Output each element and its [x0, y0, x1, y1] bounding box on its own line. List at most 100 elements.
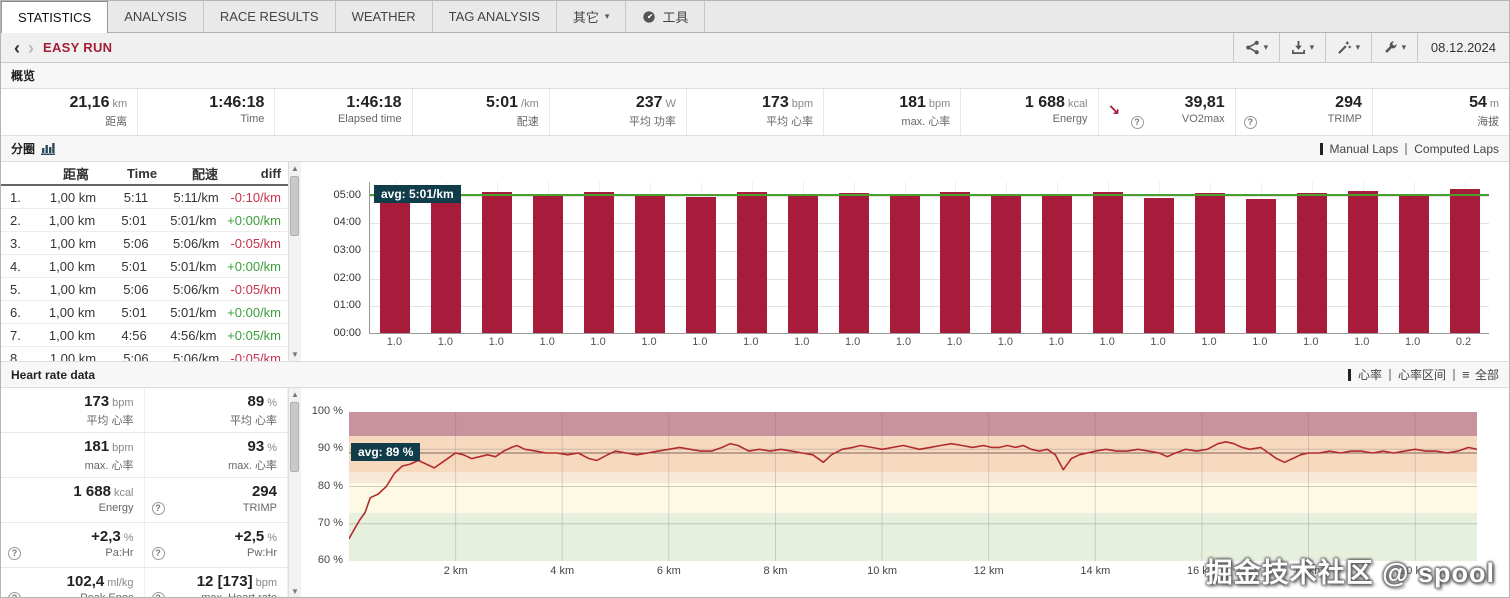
wand-icon — [1337, 40, 1352, 55]
scrollbar-thumb[interactable] — [290, 176, 299, 236]
tab-statistics[interactable]: STATISTICS — [1, 1, 108, 33]
lap-row[interactable]: 6.1,00 km5:015:01/km+0:00/km — [1, 301, 288, 324]
pace-bar[interactable] — [1144, 198, 1174, 333]
stat-value-line: 181bpm — [830, 94, 950, 112]
pace-bar[interactable] — [991, 195, 1021, 333]
pace-bar[interactable] — [839, 193, 869, 333]
heart-rate-plot[interactable]: avg: 89 % — [349, 412, 1477, 561]
help-icon[interactable]: ? — [152, 502, 165, 515]
pace-bar[interactable] — [737, 192, 767, 333]
stat-value-line: 102,4ml/kg — [7, 573, 134, 591]
next-activity-button[interactable]: › — [25, 35, 37, 61]
pace-bar[interactable] — [635, 194, 665, 333]
heart-rate-stats: 173bpm平均 心率89%平均 心率181bpmmax. 心率93%max. … — [1, 388, 288, 598]
bar-chart-icon[interactable] — [41, 142, 55, 155]
scroll-down-icon[interactable]: ▼ — [289, 587, 301, 596]
lap-row[interactable]: 5.1,00 km5:065:06/km-0:05/km — [1, 278, 288, 301]
help-icon[interactable]: ? — [152, 547, 165, 560]
lap-row[interactable]: 8.1,00 km5:065:06/km-0:05/km — [1, 347, 288, 361]
view-option-心率[interactable]: 心率 — [1358, 366, 1382, 383]
x-axis-tick-label: 1.0 — [776, 336, 827, 348]
stat-value: 181 — [84, 438, 109, 455]
view-option-全部[interactable]: ≡ 全部 — [1462, 366, 1499, 383]
pace-bar[interactable] — [686, 197, 716, 333]
help-icon[interactable]: ? — [8, 592, 21, 598]
lap-cell: 5:06 — [110, 351, 162, 362]
view-option-manual-laps[interactable]: Manual Laps — [1330, 142, 1399, 156]
help-icon[interactable]: ? — [1131, 116, 1144, 129]
lap-row[interactable]: 4.1,00 km5:015:01/km+0:00/km — [1, 255, 288, 278]
pace-bar[interactable] — [482, 192, 512, 333]
lap-row[interactable]: 2.1,00 km5:015:01/km+0:00/km — [1, 209, 288, 232]
stat-value-line: 173bpm — [7, 393, 134, 411]
heart-rate-scrollbar[interactable]: ▲ ▼ — [288, 388, 301, 598]
download-button[interactable]: ▾ — [1279, 33, 1325, 63]
watermark: 掘金技术社区 @ spool — [1206, 551, 1495, 590]
pace-bar[interactable] — [380, 190, 410, 333]
help-icon[interactable]: ? — [1244, 116, 1257, 129]
x-axis-tick-label: 8 km — [753, 565, 797, 577]
chevron-down-icon: ▾ — [1402, 42, 1407, 53]
laps-table-scrollbar[interactable]: ▲ ▼ — [288, 162, 301, 361]
scroll-up-icon[interactable]: ▲ — [289, 164, 301, 173]
pace-bar[interactable] — [940, 192, 970, 333]
lap-row[interactable]: 3.1,00 km5:065:06/km-0:05/km — [1, 232, 288, 255]
view-option-computed-laps[interactable]: Computed Laps — [1414, 142, 1499, 156]
pace-bar[interactable] — [584, 192, 614, 333]
pace-bar[interactable] — [1093, 192, 1123, 333]
breadcrumb-bar: ‹ › EASY RUN ▾▾▾▾08.12.2024 — [1, 33, 1509, 63]
tab-race-results[interactable]: RACE RESULTS — [204, 1, 336, 32]
pace-bar[interactable] — [788, 194, 818, 333]
help-icon[interactable]: ? — [152, 592, 165, 598]
lap-cell: 4:56/km — [159, 328, 227, 343]
pace-bar[interactable] — [890, 195, 920, 333]
pace-bar[interactable] — [1195, 193, 1225, 333]
chevron-down-icon: ▾ — [1310, 42, 1315, 53]
stat-value: 12 [173] — [197, 573, 253, 590]
stat-max-心率: 181bpmmax. 心率 — [824, 89, 961, 135]
stat-label: Elapsed time — [281, 113, 401, 125]
pace-bar[interactable] — [533, 194, 563, 333]
stat-label: 配速 — [419, 113, 539, 129]
settings-button[interactable]: ▾ — [1371, 33, 1417, 63]
magic-wand-button[interactable]: ▾ — [1325, 33, 1371, 63]
previous-activity-button[interactable]: ‹ — [11, 35, 23, 61]
lap-diff: +0:00/km — [227, 305, 288, 320]
x-axis-tick-label: 1.0 — [980, 336, 1031, 348]
pace-chart-plot[interactable]: avg: 5:01/km — [369, 182, 1489, 334]
scroll-up-icon[interactable]: ▲ — [289, 390, 301, 399]
tab-analysis[interactable]: ANALYSIS — [108, 1, 204, 32]
activity-statistics-page: STATISTICSANALYSISRACE RESULTSWEATHERTAG… — [0, 0, 1510, 598]
chevron-down-icon: ▾ — [605, 11, 610, 22]
stat-value-line: 294 — [151, 483, 278, 501]
stat-平均-心率: 173bpm平均 心率 — [1, 388, 145, 432]
tab-其它[interactable]: 其它▾ — [557, 1, 627, 32]
view-option-心率区间[interactable]: 心率区间 — [1398, 366, 1446, 383]
share-button[interactable]: ▾ — [1233, 33, 1279, 63]
pace-bar-chart[interactable]: 00:0001:0002:0003:0004:0005:00avg: 5:01/… — [301, 162, 1509, 361]
tab-tag-analysis[interactable]: TAG ANALYSIS — [433, 1, 557, 32]
help-icon[interactable]: ? — [8, 547, 21, 560]
pace-bar[interactable] — [1399, 195, 1429, 333]
stat-unit: bpm — [112, 442, 133, 454]
tab-工具[interactable]: 工具 — [626, 1, 705, 32]
stat-unit: ml/kg — [107, 577, 133, 589]
breadcrumb: ‹ › EASY RUN — [1, 35, 112, 61]
scrollbar-thumb[interactable] — [290, 402, 299, 472]
stat-海拔: 54m海拔 — [1373, 89, 1509, 135]
chevron-down-icon: ▾ — [1264, 42, 1269, 53]
lap-row[interactable]: 7.1,00 km4:564:56/km+0:05/km — [1, 324, 288, 347]
tab-weather[interactable]: WEATHER — [336, 1, 433, 32]
pace-bar[interactable] — [1042, 196, 1072, 333]
pace-bar[interactable] — [1348, 191, 1378, 333]
x-axis-tick-label: 1.0 — [420, 336, 471, 348]
stat-value: 1:46:18 — [346, 94, 401, 111]
pace-bar[interactable] — [431, 194, 461, 333]
x-axis-tick-label: 1.0 — [929, 336, 980, 348]
bar-chart-icon[interactable] — [41, 142, 55, 155]
pace-bar[interactable] — [1246, 199, 1276, 333]
scroll-down-icon[interactable]: ▼ — [289, 350, 301, 359]
pace-bar[interactable] — [1297, 193, 1327, 333]
lap-row[interactable]: 1.1,00 km5:115:11/km-0:10/km — [1, 186, 288, 209]
pace-bar[interactable] — [1450, 189, 1480, 333]
